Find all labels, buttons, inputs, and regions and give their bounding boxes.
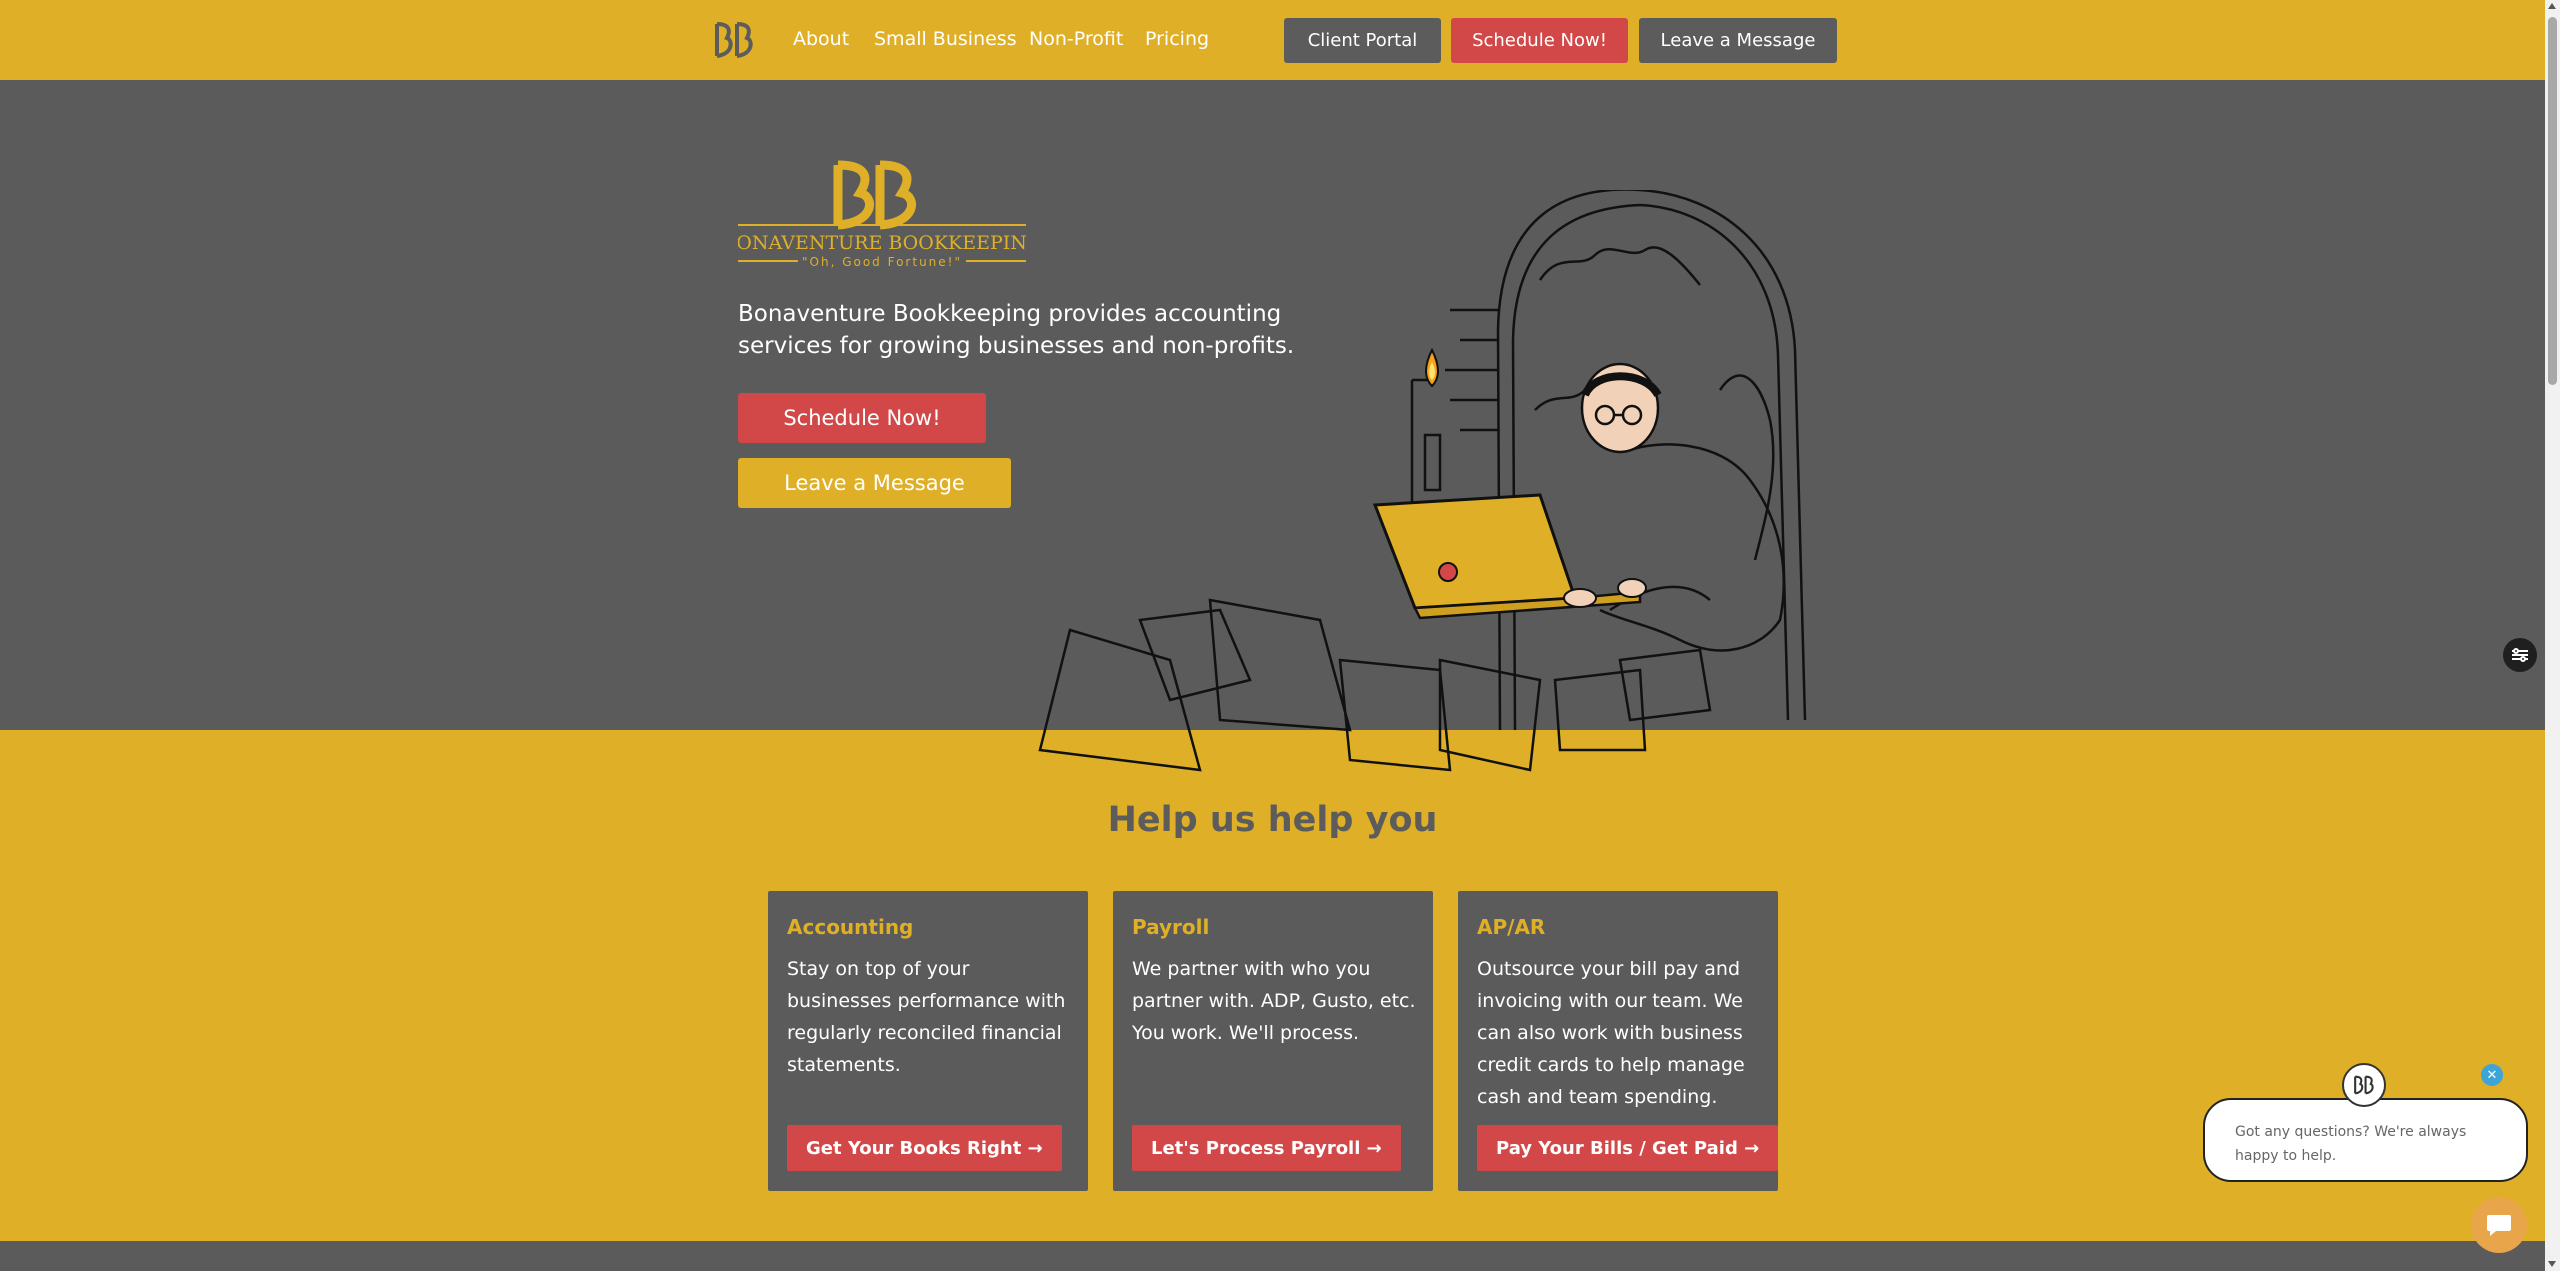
service-card-accounting: Accounting Stay on top of your businesse… — [768, 891, 1088, 1191]
card-title: Accounting — [787, 915, 914, 939]
hero-schedule-button[interactable]: Schedule Now! — [738, 393, 986, 443]
accessibility-toggle-button[interactable] — [2503, 638, 2537, 672]
logo-name-text: BONAVENTURE BOOKKEEPING — [738, 232, 1026, 254]
chat-close-icon[interactable]: ✕ — [2481, 1064, 2503, 1086]
help-section-title: Help us help you — [1107, 800, 1438, 840]
card-body: We partner with who you partner with. AD… — [1132, 958, 1416, 1044]
nav-message-button[interactable]: Leave a Message — [1639, 18, 1837, 63]
hero-section: BONAVENTURE BOOKKEEPING "Oh, Good Fortun… — [0, 80, 2545, 772]
nav-link-pricing[interactable]: Pricing — [1145, 26, 1209, 52]
chat-avatar — [2342, 1063, 2386, 1107]
scrollbar-thumb[interactable] — [2548, 17, 2557, 385]
card-body: Stay on top of your businesses performan… — [787, 958, 1066, 1076]
card-body: Outsource your bill pay and invoicing wi… — [1477, 958, 1745, 1108]
chat-launcher-button[interactable] — [2471, 1197, 2527, 1253]
nav-link-non-profit[interactable]: Non-Profit — [1029, 26, 1123, 52]
scroll-down-arrow-icon[interactable] — [2548, 1261, 2556, 1267]
client-portal-button[interactable]: Client Portal — [1284, 18, 1441, 63]
process-payroll-button[interactable]: Let's Process Payroll → — [1132, 1125, 1401, 1171]
monk-with-laptop-illustration — [1038, 190, 1807, 772]
page-scrollbar[interactable] — [2545, 0, 2560, 1271]
bb-monogram-icon[interactable] — [709, 20, 759, 60]
service-card-payroll: Payroll We partner with who you partner … — [1113, 891, 1433, 1191]
next-section-edge — [0, 1241, 2545, 1271]
chat-greeting-text: Got any questions? We're always happy to… — [2235, 1124, 2467, 1164]
nav-schedule-button[interactable]: Schedule Now! — [1451, 18, 1628, 63]
card-title: AP/AR — [1477, 915, 1546, 939]
scroll-up-arrow-icon[interactable] — [2548, 3, 2556, 9]
pay-bills-get-paid-button[interactable]: Pay Your Bills / Get Paid → — [1477, 1125, 1779, 1171]
nav-link-small-business[interactable]: Small Business — [874, 26, 1017, 52]
get-books-right-button[interactable]: Get Your Books Right → — [787, 1125, 1062, 1171]
logo-tagline-text: "Oh, Good Fortune!" — [802, 255, 962, 269]
card-title: Payroll — [1132, 915, 1210, 939]
top-navigation: About Small Business Non-Profit Pricing … — [0, 0, 2545, 80]
sliders-icon — [2512, 648, 2528, 662]
hero-message-button[interactable]: Leave a Message — [738, 458, 1011, 508]
bb-monogram-icon — [2354, 1075, 2374, 1095]
chat-greeting-bubble[interactable]: Got any questions? We're always happy to… — [2203, 1098, 2528, 1182]
chat-bubble-icon — [2487, 1215, 2511, 1236]
service-card-ap-ar: AP/AR Outsource your bill pay and invoic… — [1458, 891, 1779, 1191]
bonaventure-logo: BONAVENTURE BOOKKEEPING "Oh, Good Fortun… — [738, 160, 1026, 269]
nav-link-about[interactable]: About — [793, 26, 849, 52]
